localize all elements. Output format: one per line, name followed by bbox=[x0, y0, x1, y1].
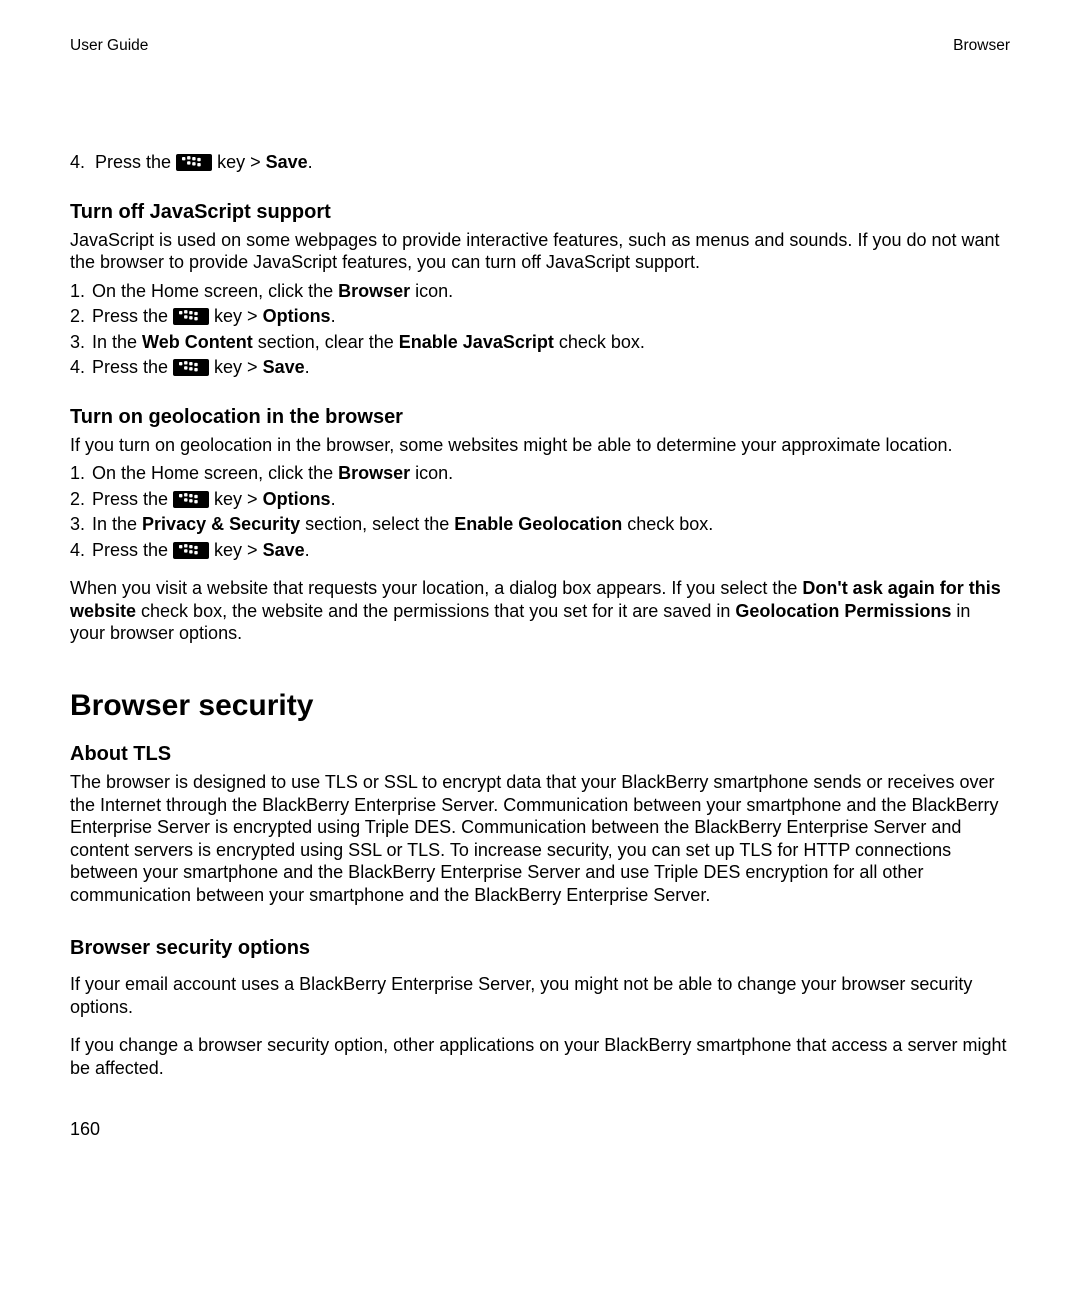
intro-turn-off-js: JavaScript is used on some webpages to p… bbox=[70, 229, 1010, 274]
step-number: 2. bbox=[70, 488, 92, 511]
text: key > bbox=[209, 306, 263, 326]
step-number: 2. bbox=[70, 305, 92, 328]
text: key > bbox=[209, 540, 263, 560]
text: . bbox=[305, 540, 310, 560]
text: In the bbox=[92, 332, 142, 352]
bold-save: Save bbox=[263, 540, 305, 560]
list-item: 1.On the Home screen, click the Browser … bbox=[70, 462, 1010, 485]
text: section, clear the bbox=[253, 332, 399, 352]
intro-geolocation: If you turn on geolocation in the browse… bbox=[70, 434, 1010, 457]
blackberry-key-icon bbox=[173, 308, 209, 325]
bold-save: Save bbox=[266, 152, 308, 172]
step-number: 3. bbox=[70, 513, 92, 536]
heading-security-options: Browser security options bbox=[70, 936, 1010, 961]
bold-privacy-security: Privacy & Security bbox=[142, 514, 300, 534]
header-right: Browser bbox=[953, 36, 1010, 55]
text: . bbox=[308, 152, 313, 172]
text: Press the bbox=[95, 152, 176, 172]
list-item: 4.Press the key > Save. bbox=[70, 356, 1010, 379]
text: section, select the bbox=[300, 514, 454, 534]
blackberry-key-icon bbox=[173, 491, 209, 508]
list-item: 1.On the Home screen, click the Browser … bbox=[70, 280, 1010, 303]
text: check box. bbox=[622, 514, 713, 534]
bold-options: Options bbox=[263, 306, 331, 326]
heading-about-tls: About TLS bbox=[70, 742, 1010, 767]
text: Press the bbox=[92, 357, 173, 377]
security-options-p2: If you change a browser security option,… bbox=[70, 1034, 1010, 1079]
list-item: 3.In the Privacy & Security section, sel… bbox=[70, 513, 1010, 536]
heading-geolocation: Turn on geolocation in the browser bbox=[70, 405, 1010, 430]
bold-enable-geolocation: Enable Geolocation bbox=[454, 514, 622, 534]
geolocation-note: When you visit a website that requests y… bbox=[70, 577, 1010, 645]
list-item: 3.In the Web Content section, clear the … bbox=[70, 331, 1010, 354]
text: On the Home screen, click the bbox=[92, 281, 338, 301]
blackberry-key-icon bbox=[176, 154, 212, 171]
bold-web-content: Web Content bbox=[142, 332, 253, 352]
step-number: 3. bbox=[70, 331, 92, 354]
text: Press the bbox=[92, 306, 173, 326]
step-number: 4. bbox=[70, 152, 85, 172]
text: check box, the website and the permissio… bbox=[136, 601, 735, 621]
step-number: 1. bbox=[70, 462, 92, 485]
text: icon. bbox=[410, 281, 453, 301]
bold-geolocation-permissions: Geolocation Permissions bbox=[735, 601, 951, 621]
step-number: 1. bbox=[70, 280, 92, 303]
text: Press the bbox=[92, 540, 173, 560]
blackberry-key-icon bbox=[173, 359, 209, 376]
list-item: 2.Press the key > Options. bbox=[70, 488, 1010, 511]
list-item: 2.Press the key > Options. bbox=[70, 305, 1010, 328]
steps-geolocation: 1.On the Home screen, click the Browser … bbox=[70, 462, 1010, 561]
text: icon. bbox=[410, 463, 453, 483]
text: When you visit a website that requests y… bbox=[70, 578, 802, 598]
text: key > bbox=[209, 489, 263, 509]
header-left: User Guide bbox=[70, 36, 148, 55]
bold-browser: Browser bbox=[338, 281, 410, 301]
page-header: User Guide Browser bbox=[70, 36, 1010, 55]
list-item: 4.Press the key > Save. bbox=[70, 539, 1010, 562]
step-number: 4. bbox=[70, 356, 92, 379]
bold-options: Options bbox=[263, 489, 331, 509]
blackberry-key-icon bbox=[173, 542, 209, 559]
text: On the Home screen, click the bbox=[92, 463, 338, 483]
bold-save: Save bbox=[263, 357, 305, 377]
orphan-step-4: 4. Press the key > Save. bbox=[70, 151, 1010, 174]
text: key > bbox=[212, 152, 266, 172]
text: Press the bbox=[92, 489, 173, 509]
text: . bbox=[331, 489, 336, 509]
body-about-tls: The browser is designed to use TLS or SS… bbox=[70, 771, 1010, 906]
text: check box. bbox=[554, 332, 645, 352]
text: In the bbox=[92, 514, 142, 534]
security-options-p1: If your email account uses a BlackBerry … bbox=[70, 973, 1010, 1018]
heading-turn-off-js: Turn off JavaScript support bbox=[70, 200, 1010, 225]
text: key > bbox=[209, 357, 263, 377]
steps-turn-off-js: 1.On the Home screen, click the Browser … bbox=[70, 280, 1010, 379]
step-number: 4. bbox=[70, 539, 92, 562]
bold-enable-js: Enable JavaScript bbox=[399, 332, 554, 352]
text: . bbox=[331, 306, 336, 326]
page-number: 160 bbox=[70, 1118, 100, 1141]
heading-browser-security: Browser security bbox=[70, 687, 1010, 725]
bold-browser: Browser bbox=[338, 463, 410, 483]
text: . bbox=[305, 357, 310, 377]
